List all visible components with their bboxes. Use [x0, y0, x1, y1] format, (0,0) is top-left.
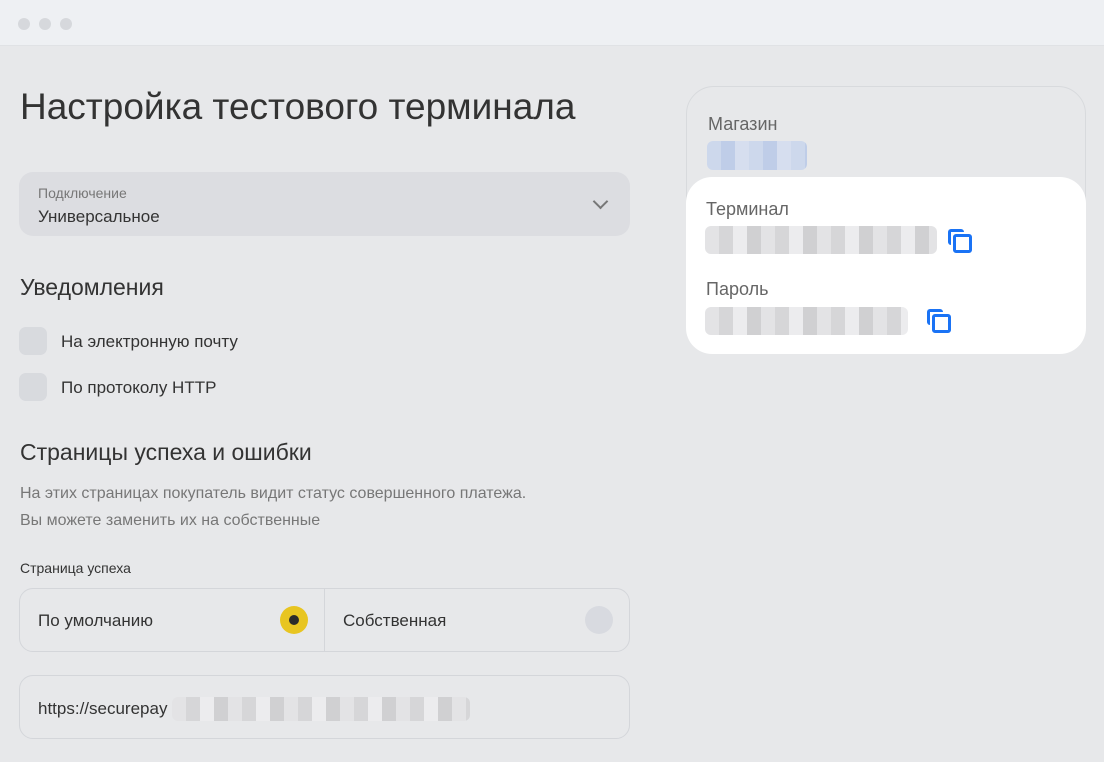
redacted-shop	[707, 141, 807, 170]
window-minimize-button[interactable]	[39, 18, 51, 30]
copy-password-icon[interactable]	[927, 309, 951, 333]
window-titlebar	[0, 0, 1104, 46]
shop-label: Магазин	[708, 114, 778, 134]
terminal-label: Терминал	[706, 199, 789, 219]
redacted-url	[172, 697, 470, 721]
copy-terminal-icon[interactable]	[948, 229, 972, 253]
connection-value: Универсальное	[38, 207, 160, 226]
success-url-value: https://securepay	[38, 699, 168, 718]
password-label: Пароль	[706, 279, 769, 299]
pages-heading: Страницы успеха и ошибки	[20, 439, 312, 465]
email-checkbox[interactable]	[19, 327, 47, 355]
success-page-label: Страница успеха	[20, 560, 131, 576]
radio-default-label: По умолчанию	[38, 611, 153, 630]
redacted-password	[705, 307, 908, 335]
redacted-terminal	[705, 226, 937, 254]
chevron-down-icon	[592, 193, 609, 210]
success-page-radio-group: По умолчанию Собственная	[19, 588, 630, 652]
radio-custom[interactable]: Собственная	[325, 589, 630, 651]
http-checkbox[interactable]	[19, 373, 47, 401]
radio-unselected-indicator	[585, 606, 613, 634]
pages-description-2: Вы можете заменить их на собственные	[20, 512, 321, 529]
success-url-input[interactable]: https://securepay	[19, 675, 630, 739]
radio-default[interactable]: По умолчанию	[20, 589, 325, 651]
pages-description-1: На этих страницах покупатель видит стату…	[20, 485, 527, 502]
notifications-heading: Уведомления	[20, 274, 164, 300]
page-title: Настройка тестового терминала	[20, 86, 576, 127]
credentials-panel: Терминал Пароль	[686, 177, 1086, 354]
connection-label: Подключение	[38, 185, 127, 201]
email-checkbox-label: На электронную почту	[61, 332, 238, 351]
radio-custom-label: Собственная	[343, 611, 447, 630]
connection-select[interactable]: Подключение Универсальное	[19, 172, 630, 236]
radio-selected-indicator	[280, 606, 308, 634]
window-close-button[interactable]	[18, 18, 30, 30]
http-checkbox-label: По протоколу HTTP	[61, 378, 217, 397]
window-maximize-button[interactable]	[60, 18, 72, 30]
